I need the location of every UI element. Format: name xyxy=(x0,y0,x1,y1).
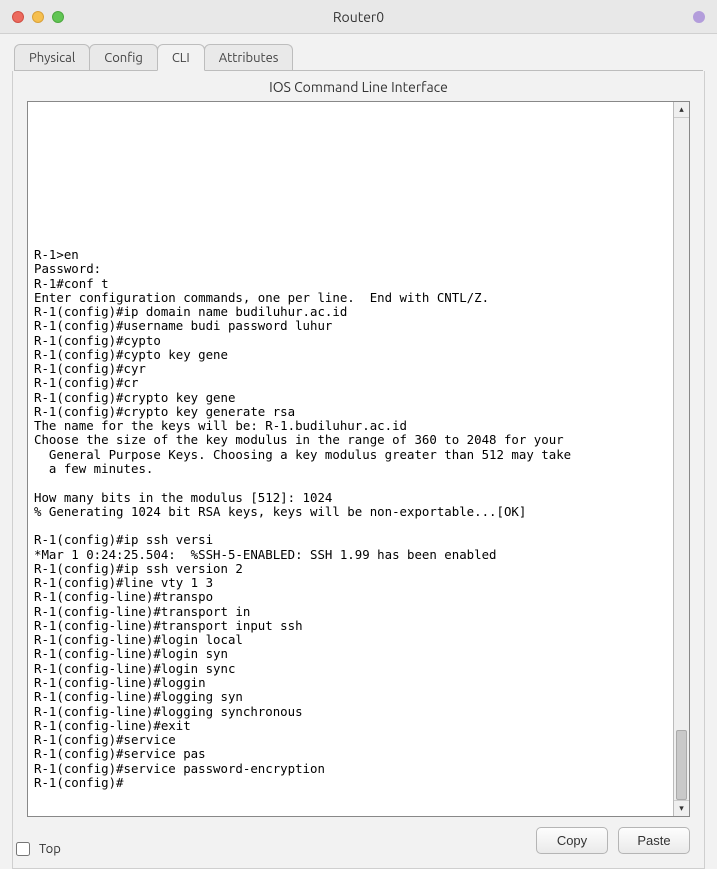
top-checkbox-row[interactable]: Top xyxy=(12,839,61,859)
tab-bar: Physical Config CLI Attributes xyxy=(0,34,717,70)
scroll-down-icon[interactable]: ▾ xyxy=(674,800,689,816)
tab-attributes[interactable]: Attributes xyxy=(204,44,294,70)
scroll-thumb[interactable] xyxy=(676,730,687,800)
window-title: Router0 xyxy=(0,9,717,25)
window-indicator-icon xyxy=(693,11,705,23)
minimize-icon[interactable] xyxy=(32,11,44,23)
top-checkbox-label: Top xyxy=(39,842,61,856)
top-checkbox[interactable] xyxy=(16,842,30,856)
maximize-icon[interactable] xyxy=(52,11,64,23)
terminal-scrollbar[interactable]: ▴ ▾ xyxy=(673,102,689,816)
paste-button[interactable]: Paste xyxy=(618,827,690,854)
copy-button[interactable]: Copy xyxy=(536,827,608,854)
cli-button-row: Copy Paste xyxy=(13,817,704,854)
close-icon[interactable] xyxy=(12,11,24,23)
terminal-container: R-1>en Password: R-1#conf t Enter config… xyxy=(27,101,690,817)
window-titlebar: Router0 xyxy=(0,0,717,34)
tab-cli[interactable]: CLI xyxy=(157,44,205,71)
scroll-track[interactable] xyxy=(674,118,689,800)
tab-physical[interactable]: Physical xyxy=(14,44,90,70)
window-controls xyxy=(0,11,64,23)
scroll-up-icon[interactable]: ▴ xyxy=(674,102,689,118)
tab-config[interactable]: Config xyxy=(89,44,158,70)
cli-panel: IOS Command Line Interface R-1>en Passwo… xyxy=(12,71,705,869)
cli-output: R-1>en Password: R-1#conf t Enter config… xyxy=(34,247,571,790)
cli-terminal[interactable]: R-1>en Password: R-1#conf t Enter config… xyxy=(28,102,673,816)
panel-caption: IOS Command Line Interface xyxy=(13,71,704,101)
